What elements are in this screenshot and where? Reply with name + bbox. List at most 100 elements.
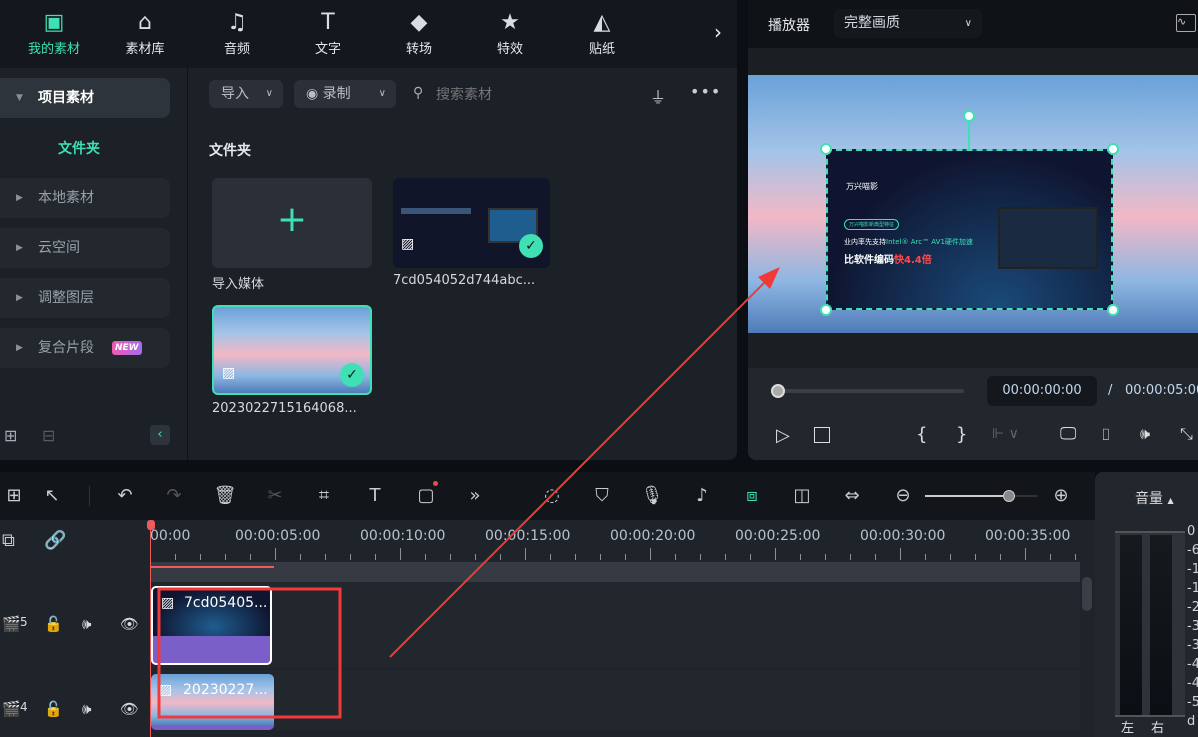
playhead-handle[interactable] [147,520,155,530]
scissors-icon[interactable]: ✂ [263,484,287,508]
overlay-line1: 业内率先支持Intel® Arc™ AV1硬件加速 [844,237,973,247]
import-media-tile[interactable]: + [212,178,372,268]
left-channel-label: 左 [1121,721,1135,736]
eye-icon[interactable]: 👁 [120,700,139,718]
lock-icon[interactable]: 🔓 [44,615,63,633]
fullscreen-icon[interactable]: ⤡ [1180,424,1193,444]
volume-icon[interactable]: 🕪 [1140,424,1150,444]
media-item-7cd[interactable]: ▨ ✓ [393,178,550,268]
delete-icon[interactable]: 🗑 [213,484,237,508]
playback-slider-thumb[interactable] [771,384,785,398]
tab-transition[interactable]: ◆ 转场 [379,8,459,57]
quality-dropdown[interactable]: 完整画质 ∨ [834,9,982,38]
record-dropdown[interactable]: ◉ 录制 ∨ [294,80,396,108]
display-settings-icon[interactable]: 🖵 [1060,424,1076,444]
resize-handle[interactable] [1107,304,1119,316]
sidebar-item-project-media[interactable]: ▼ 项目素材 [0,78,170,118]
volume-scale-label: -2 [1187,600,1198,615]
volume-scale-label: -3 [1187,638,1198,653]
audio-list-icon[interactable]: ♪ [690,484,714,508]
track-row-4 [150,670,1080,730]
undo-icon[interactable]: ↶ [113,484,137,508]
import-dropdown[interactable]: 导入 ∨ [209,80,283,108]
lock-icon[interactable]: 🔓 [44,700,63,718]
filter-icon[interactable]: ⏚ [650,84,666,108]
volume-meter-panel: 音量 ▲ 0 -6 -1 -1 -2 -3 -3 -4 -4 -5 d 左 右 [1095,472,1198,737]
fit-timeline-icon[interactable]: ⇔ [840,484,864,508]
shape-icon[interactable]: ▢ [414,484,438,508]
media-item-2023[interactable]: ▨ ✓ [212,305,372,395]
resize-handle[interactable] [1107,143,1119,155]
chevron-right-icon[interactable]: › [714,20,722,44]
image-type-icon: ▨ [401,236,415,252]
select-pointer-icon[interactable]: ↖ [40,484,64,508]
sidebar-item-local-media[interactable]: ▶ 本地素材 [0,178,170,218]
sidebar-item-folder[interactable]: 文件夹 [58,138,100,158]
ruler-tick-mark [750,554,751,560]
new-folder-icon[interactable]: ⊞ [4,426,17,445]
clip-2023[interactable]: ▨ 20230227... [151,674,274,730]
zoom-slider[interactable] [925,490,1037,502]
redo-icon[interactable]: ↷ [162,484,186,508]
text-tool-icon[interactable]: T [363,484,387,508]
marker-icon[interactable]: ⛉ [590,484,614,508]
tab-text[interactable]: T 文字 [288,8,368,57]
image-type-icon: ▨ [159,682,173,698]
track-volume-icon[interactable]: 🕪 [82,615,91,633]
zoom-out-icon[interactable]: ⊖ [891,484,915,508]
mark-out-icon[interactable]: } [956,424,967,445]
tab-my-media[interactable]: ▣ 我的素材 [14,8,94,57]
add-track-icon[interactable]: ⧉ [2,530,15,551]
playback-slider[interactable] [771,384,964,398]
layout-icon[interactable]: ⊞ [2,484,26,508]
waveform-icon[interactable]: ∿ [1176,14,1196,32]
sidebar-item-adjustment-layer[interactable]: ▶ 调整图层 [0,278,170,318]
eye-icon[interactable]: 👁 [120,615,139,633]
current-time[interactable]: 00:00:00:00 [987,376,1097,406]
ruler-tick-label: 00:00:35:00 [985,528,1071,544]
ruler-tick-mark [700,554,701,560]
crop-icon[interactable]: ⌗ [312,484,336,508]
volume-scale-label: -4 [1187,657,1198,672]
zoom-in-icon[interactable]: ⊕ [1049,484,1073,508]
section-title: 文件夹 [209,143,251,159]
tab-stock-library[interactable]: ⌂ 素材库 [105,8,185,57]
clip-7cd[interactable]: ▨ 7cd05405... [151,586,272,665]
stop-icon[interactable] [814,427,830,443]
link-icon[interactable]: 🔗 [44,530,66,551]
sidebar-item-cloud[interactable]: ▶ 云空间 [0,228,170,268]
zoom-slider-thumb[interactable] [1003,490,1015,502]
volume-scale-label: -4 [1187,676,1198,691]
mark-in-icon[interactable]: { [916,424,927,445]
more-tools-icon[interactable]: » [463,484,487,508]
sidebar-item-compound-clip[interactable]: ▶ 复合片段 NEW [0,328,170,368]
insert-clip-icon[interactable]: ⊩ ∨ [992,426,1019,442]
track-volume-icon[interactable]: 🕪 [82,700,91,718]
ruler-tick-label: 00:00:25:00 [735,528,821,544]
clip-label: 20230227... [183,682,268,698]
volume-title[interactable]: 音量 ▲ [1135,488,1174,508]
search-input[interactable] [436,82,626,108]
video-track-icon: 🎬 [2,700,21,718]
microphone-icon[interactable]: 🎙 [640,484,664,508]
collapse-sidebar-button[interactable]: ‹ [150,425,170,445]
more-options-icon[interactable]: ••• [690,82,721,101]
vertical-scrollbar[interactable] [1082,577,1092,611]
overlay-image-selected[interactable]: 万兴喵影 万兴喵影新典型特征 业内率先支持Intel® Arc™ AV1硬件加速… [826,149,1113,310]
rotate-handle[interactable] [963,110,975,122]
effects-star-icon: ★ [500,10,520,35]
snap-icon[interactable]: ⧈ [740,484,764,508]
timeline-ruler[interactable]: 00:00 00:00:05:00 00:00:10:00 00:00:15:00 00… [150,520,1080,562]
playhead[interactable] [150,522,151,737]
tab-stickers[interactable]: ◭ 贴纸 [562,8,642,57]
resize-handle[interactable] [820,304,832,316]
zoom-slider-fill [925,495,1009,497]
speed-ramp-icon[interactable]: ◌ [540,484,564,508]
snapshot-camera-icon[interactable]: ⌷ [1101,425,1111,445]
tab-effects[interactable]: ★ 特效 [470,8,550,57]
resize-handle[interactable] [820,143,832,155]
delete-folder-icon[interactable]: ⊟ [42,426,55,445]
play-icon[interactable]: ▷ [776,425,790,446]
preview-render-icon[interactable]: ◫ [790,484,814,508]
tab-audio[interactable]: ♫ 音频 [197,8,277,57]
